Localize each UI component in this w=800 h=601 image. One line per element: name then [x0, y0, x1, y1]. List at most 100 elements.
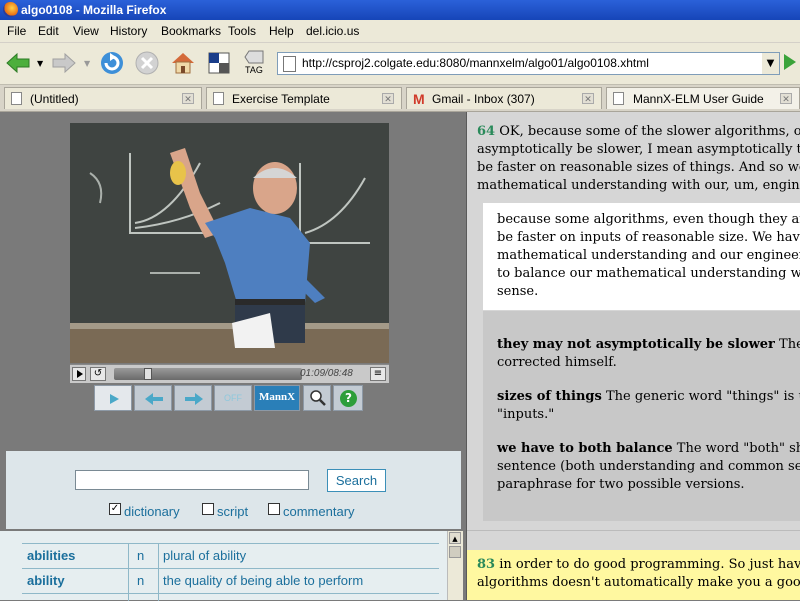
- firefox-icon: [3, 2, 18, 17]
- dictionary-scrollbar[interactable]: ▲: [447, 531, 463, 600]
- close-tab-icon[interactable]: ✕: [182, 93, 194, 104]
- tab-exercise-template[interactable]: Exercise Template ✕: [206, 87, 402, 109]
- dictionary-table: abilities n plural of ability ability n …: [0, 531, 448, 601]
- search-submit-button[interactable]: Search: [327, 469, 386, 492]
- note-text: sentence (both understanding and common …: [497, 459, 800, 474]
- forward-arrow-icon[interactable]: [50, 49, 78, 77]
- video-time: 01:09/08:48: [300, 368, 353, 379]
- window-title: algo0108 - Mozilla Firefox: [21, 3, 167, 17]
- page-icon: [283, 56, 296, 72]
- dictionary-word: ability: [27, 573, 65, 588]
- checkbox-label: commentary: [283, 504, 355, 519]
- checkbox-icon[interactable]: [202, 503, 214, 515]
- line-number: 64: [477, 124, 496, 139]
- address-dropdown-icon[interactable]: ▼: [762, 52, 780, 75]
- definition: plural of ability: [163, 548, 247, 563]
- play-icon: [110, 394, 119, 404]
- close-tab-icon[interactable]: ✕: [780, 93, 792, 104]
- next-button[interactable]: [174, 385, 212, 411]
- go-arrow-icon[interactable]: [784, 54, 796, 70]
- note: we have to both balance The word "both" …: [497, 440, 800, 494]
- transcript-pane: 64 OK, because some of the slower algori…: [466, 112, 800, 600]
- close-tab-icon[interactable]: ✕: [382, 93, 394, 104]
- checkbox-label: script: [217, 504, 249, 519]
- transcript-line: mathematical understanding with our, um,…: [477, 178, 800, 193]
- tab-mannx-user-guide[interactable]: MannX-ELM User Guide ✕: [606, 87, 800, 109]
- mannx-logo-button[interactable]: MannX: [254, 385, 300, 411]
- checkbox-checked-icon[interactable]: ✓: [109, 503, 121, 515]
- notes-box: they may not asymptotically be slower Th…: [483, 311, 800, 521]
- search-input[interactable]: [75, 470, 309, 490]
- close-tab-icon[interactable]: ✕: [582, 93, 594, 104]
- video-frame[interactable]: [70, 123, 389, 363]
- menu-file[interactable]: File: [7, 24, 26, 38]
- reload-icon[interactable]: [98, 49, 126, 77]
- search-button[interactable]: [303, 385, 331, 411]
- line-number: 83: [477, 557, 496, 572]
- transcript-paragraph[interactable]: 64 OK, because some of the slower algori…: [477, 123, 800, 195]
- note-text: The le: [779, 337, 800, 352]
- lecture-video-image: [70, 123, 389, 363]
- video-progress-handle[interactable]: [144, 368, 152, 380]
- paraphrase-line: be faster on inputs of reasonable size. …: [497, 230, 800, 245]
- search-panel: Search ✓ dictionary script commentary: [6, 451, 461, 529]
- scroll-thumb[interactable]: [449, 546, 461, 558]
- transcript-paragraph-highlighted[interactable]: 83 in order to do good programming. So j…: [467, 550, 800, 600]
- paraphrase-line: mathematical understanding and our engin…: [497, 248, 800, 263]
- dictionary-word: abilities: [27, 548, 76, 563]
- mannx-logo: MannX: [259, 391, 296, 403]
- bookmark-manager-icon[interactable]: [205, 49, 233, 77]
- off-label: OFF: [224, 393, 242, 403]
- off-button[interactable]: OFF: [214, 385, 252, 411]
- paraphrase-line: to balance our mathematical understandin…: [497, 266, 800, 281]
- menu-icon[interactable]: ≡: [370, 367, 386, 381]
- tab-label: (Untitled): [30, 92, 79, 106]
- right-arrow-icon: [185, 393, 203, 405]
- menu-history[interactable]: History: [110, 24, 147, 38]
- help-button[interactable]: ?: [333, 385, 363, 411]
- help-icon: ?: [340, 390, 357, 407]
- transcript-line: asymptotically be slower, I mean asympto…: [477, 142, 800, 157]
- table-row[interactable]: abilities n plural of ability: [22, 543, 439, 568]
- play-button[interactable]: [94, 385, 132, 411]
- stop-icon[interactable]: [133, 49, 161, 77]
- previous-button[interactable]: [134, 385, 172, 411]
- paraphrase-line: because some algorithms, even though the…: [497, 212, 800, 227]
- home-icon[interactable]: [169, 49, 197, 77]
- back-dropdown-icon[interactable]: ▼: [37, 59, 43, 68]
- forward-dropdown-icon[interactable]: ▼: [84, 59, 90, 68]
- paraphrase-line: sense.: [497, 284, 539, 299]
- page-icon: [11, 92, 22, 105]
- tag-label: TAG: [245, 65, 263, 75]
- rewind-icon[interactable]: ↺: [90, 367, 106, 381]
- left-arrow-icon: [145, 393, 163, 405]
- menu-bookmarks[interactable]: Bookmarks: [161, 24, 221, 38]
- note: they may not asymptotically be slower Th…: [497, 336, 800, 372]
- scroll-up-icon[interactable]: ▲: [449, 532, 461, 544]
- tab-untitled[interactable]: (Untitled) ✕: [4, 87, 202, 109]
- address-bar[interactable]: http://csproj2.colgate.edu:8080/mannxelm…: [277, 52, 764, 75]
- menu-tools[interactable]: Tools: [228, 24, 256, 38]
- transcript-line: algorithms doesn't automatically make yo…: [477, 575, 800, 590]
- play-icon[interactable]: [72, 367, 86, 381]
- note-text: The generic word "things" is use: [601, 389, 800, 404]
- transcript-line: in order to do good programming. So just…: [499, 557, 800, 572]
- note-term: they may not asymptotically be slower: [497, 337, 775, 352]
- tab-gmail[interactable]: M Gmail - Inbox (307) ✕: [406, 87, 602, 109]
- menu-help[interactable]: Help: [269, 24, 294, 38]
- video-progress-track[interactable]: [114, 368, 302, 380]
- table-row[interactable]: ability n the quality of being able to p…: [22, 568, 439, 593]
- video-control-bar: ↺ 01:09/08:48 ≡: [70, 364, 389, 383]
- menu-edit[interactable]: Edit: [38, 24, 59, 38]
- checkbox-label: dictionary: [124, 504, 180, 519]
- definition: the quality of being able to perform: [163, 573, 364, 588]
- note-text: The word "both" sho: [672, 441, 800, 456]
- checkbox-icon[interactable]: [268, 503, 280, 515]
- menu-delicious[interactable]: del.icio.us: [306, 24, 359, 38]
- tag-icon[interactable]: TAG: [243, 49, 269, 77]
- address-text: http://csproj2.colgate.edu:8080/mannxelm…: [302, 56, 649, 70]
- paraphrase-box: because some algorithms, even though the…: [483, 203, 800, 310]
- menu-bar: File Edit View History Bookmarks Tools H…: [0, 20, 800, 43]
- menu-view[interactable]: View: [73, 24, 99, 38]
- back-arrow-icon[interactable]: [4, 49, 32, 77]
